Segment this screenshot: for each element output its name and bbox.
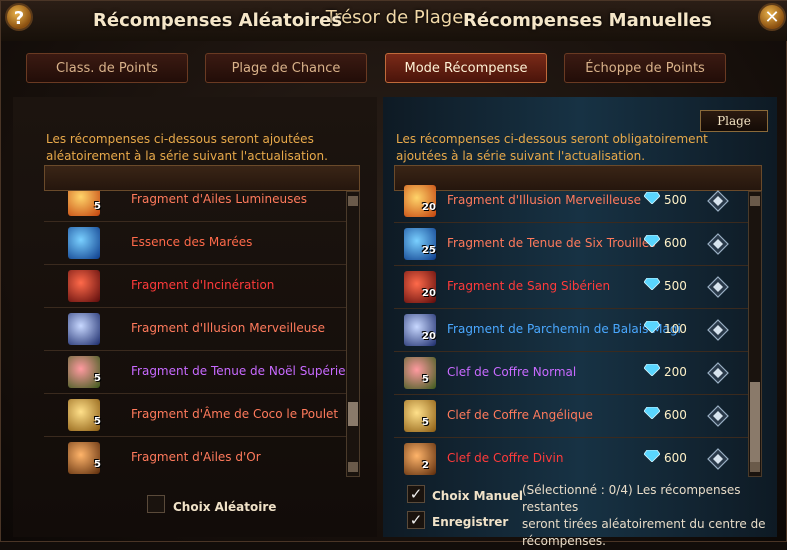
item-name: Fragment d'Ailes d'Or <box>131 450 261 464</box>
divine-chest-key-icon[interactable] <box>404 443 436 475</box>
reward-row[interactable]: 5 Fragment de Tenue de Noël Supérieure <box>44 351 346 394</box>
diamond-icon <box>644 407 660 419</box>
tab-echoppe-de-points[interactable]: Échoppe de Points <box>564 53 726 83</box>
tab-class-de-points[interactable]: Class. de Points <box>26 53 188 83</box>
item-quantity: 20 <box>422 331 436 342</box>
reward-row[interactable]: Essence des Marées <box>44 222 346 265</box>
item-name: Fragment de Tenue de Noël Supérieure <box>131 364 346 378</box>
random-rewards-desc-line2: aléatoirement à la série suivant l'actua… <box>46 149 328 163</box>
select-reward-icon[interactable] <box>707 362 729 384</box>
select-reward-icon[interactable] <box>707 276 729 298</box>
item-name: Fragment d'Illusion Merveilleuse <box>131 321 325 335</box>
item-quantity: 5 <box>94 416 101 427</box>
random-rewards-title: Récompenses Aléatoires <box>93 10 343 31</box>
selection-note-line2: seront tirées aléatoirement du centre de <box>522 517 766 531</box>
manual-rewards-title: Récompenses Manuelles <box>463 10 712 31</box>
scroll-down-arrow[interactable] <box>348 462 358 472</box>
reward-row[interactable]: 5 Fragment d'Âme de Coco le Poulet <box>44 394 346 437</box>
tab-plage-de-chance[interactable]: Plage de Chance <box>205 53 367 83</box>
diamond-icon <box>644 278 660 290</box>
reward-row[interactable]: 20 Fragment de Sang Sibérien 500 <box>394 266 748 309</box>
scroll-thumb[interactable] <box>348 402 358 426</box>
item-price: 100 <box>664 322 687 336</box>
item-price: 600 <box>664 408 687 422</box>
choix-manuel-checkbox[interactable]: ✓ <box>407 485 425 503</box>
item-quantity: 20 <box>422 202 436 213</box>
select-reward-icon[interactable] <box>707 190 729 212</box>
window-frame: ? Trésor de Plage ✕ Class. de Points Pla… <box>0 0 787 548</box>
item-name: Fragment de Tenue de Six Trouilles <box>447 236 656 250</box>
random-list-header <box>44 165 360 191</box>
item-quantity: 20 <box>422 288 436 299</box>
reward-row[interactable]: 5 Fragment d'Ailes d'Or <box>44 437 346 477</box>
illusion-icon[interactable] <box>68 313 100 345</box>
enregistrer-checkbox[interactable]: ✓ <box>407 511 425 529</box>
diamond-icon <box>644 235 660 247</box>
reward-row[interactable]: 5 Clef de Coffre Angélique 600 <box>394 395 748 438</box>
reward-row[interactable]: 5 Fragment d'Ailes Lumineuses <box>44 191 346 222</box>
random-rewards-list: 5 Fragment d'Ailes Lumineuses Essence des … <box>44 191 346 477</box>
reward-row[interactable]: 20 Fragment de Parchemin de Balais Magi 10… <box>394 309 748 352</box>
tide-essence-icon[interactable] <box>68 227 100 259</box>
choix-aleatoire-checkbox[interactable] <box>147 495 165 513</box>
item-price: 600 <box>664 236 687 250</box>
item-quantity: 2 <box>422 460 429 471</box>
selection-note: (Sélectionné : 0/4) Les récompenses rest… <box>522 482 782 550</box>
item-price: 600 <box>664 451 687 465</box>
item-name: Fragment de Sang Sibérien <box>447 279 611 293</box>
item-name: Fragment d'Âme de Coco le Poulet <box>131 407 339 421</box>
item-name: Fragment d'Illusion Merveilleuse <box>447 193 641 207</box>
tab-bar: Class. de Points Plage de Chance Mode Ré… <box>1 53 787 85</box>
select-reward-icon[interactable] <box>707 405 729 427</box>
selection-note-line1: (Sélectionné : 0/4) Les récompenses rest… <box>522 483 741 514</box>
scroll-up-arrow[interactable] <box>750 196 760 206</box>
choix-aleatoire-label: Choix Aléatoire <box>173 500 277 514</box>
item-quantity: 5 <box>94 373 101 384</box>
close-button[interactable]: ✕ <box>758 3 786 31</box>
item-quantity: 5 <box>422 374 429 385</box>
item-price: 200 <box>664 365 687 379</box>
diamond-icon <box>644 450 660 462</box>
item-name: Clef de Coffre Angélique <box>447 408 593 422</box>
random-list-scrollbar[interactable] <box>346 191 360 477</box>
reward-row[interactable]: 20 Fragment d'Illusion Merveilleuse 500 <box>394 181 748 223</box>
plage-button[interactable]: Plage <box>700 110 768 132</box>
item-name: Essence des Marées <box>131 235 253 249</box>
item-quantity: 5 <box>94 201 101 212</box>
reward-row[interactable]: Fragment d'Incinération <box>44 265 346 308</box>
reward-row[interactable]: 5 Clef de Coffre Normal 200 <box>394 352 748 395</box>
diamond-icon <box>644 364 660 376</box>
item-quantity: 5 <box>422 417 429 428</box>
diamond-icon <box>644 192 660 204</box>
manual-rewards-list: 20 Fragment d'Illusion Merveilleuse 500 25 F… <box>394 181 748 477</box>
scroll-up-arrow[interactable] <box>348 196 358 206</box>
scroll-thumb[interactable] <box>750 382 760 462</box>
select-reward-icon[interactable] <box>707 233 729 255</box>
manual-rewards-desc-line2: ajoutées à la série suivant l'actualisat… <box>396 149 646 163</box>
angelic-chest-key-icon[interactable] <box>404 400 436 432</box>
select-reward-icon[interactable] <box>707 448 729 470</box>
reward-row[interactable]: Fragment d'Illusion Merveilleuse <box>44 308 346 351</box>
item-name: Fragment d'Incinération <box>131 278 275 292</box>
choix-manuel-label: Choix Manuel <box>432 489 524 503</box>
diamond-icon <box>644 321 660 333</box>
item-quantity: 25 <box>422 245 436 256</box>
scroll-down-arrow[interactable] <box>750 462 760 472</box>
normal-chest-key-icon[interactable] <box>404 357 436 389</box>
item-quantity: 5 <box>94 459 101 470</box>
manual-rewards-desc-line1: Les récompenses ci-dessous seront obliga… <box>396 132 708 146</box>
item-price: 500 <box>664 279 687 293</box>
manual-list-scrollbar[interactable] <box>748 191 762 477</box>
item-name: Clef de Coffre Divin <box>447 451 564 465</box>
reward-row[interactable]: 2 Clef de Coffre Divin 600 <box>394 438 748 477</box>
enregistrer-label: Enregistrer <box>432 515 509 529</box>
tab-mode-recompense[interactable]: Mode Récompense <box>385 53 547 83</box>
random-rewards-desc-line1: Les récompenses ci-dessous seront ajouté… <box>46 132 314 146</box>
incineration-icon[interactable] <box>68 270 100 302</box>
reward-row[interactable]: 25 Fragment de Tenue de Six Trouilles 600 <box>394 223 748 266</box>
item-name: Clef de Coffre Normal <box>447 365 577 379</box>
select-reward-icon[interactable] <box>707 319 729 341</box>
item-price: 500 <box>664 193 687 207</box>
item-name: Fragment d'Ailes Lumineuses <box>131 192 307 206</box>
